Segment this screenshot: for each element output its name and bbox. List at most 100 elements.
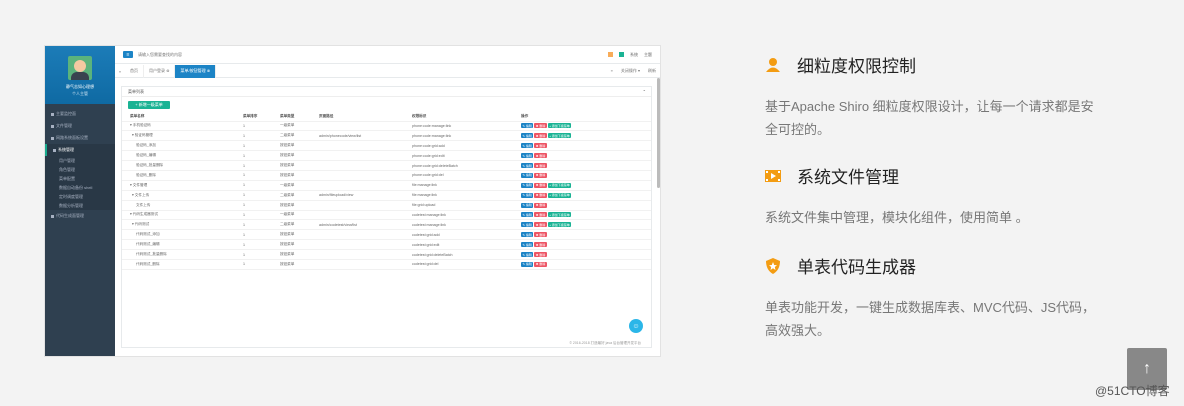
col-header: 菜单类型 [280, 112, 319, 122]
edit-button[interactable]: ✎ 编辑 [521, 133, 534, 139]
table-row: ▾ 验证码管理 1 二级菜单 admin/phonecode/view/list pho… [122, 130, 651, 142]
feature-desc: 基于Apache Shiro 细粒度权限设计，让每一个请求都是安全可控的。 [765, 99, 1094, 137]
edit-button[interactable]: ✎ 编辑 [521, 232, 534, 238]
chat-float-button[interactable]: ☺ [629, 319, 643, 333]
del-button[interactable]: ✖ 删除 [534, 242, 547, 248]
sidebar-item[interactable]: 文件管理 [45, 120, 115, 132]
del-button[interactable]: ✖ 删除 [534, 143, 547, 149]
add-top-menu-button[interactable]: + 新增一级菜单 [128, 101, 170, 109]
sidebar-subitem[interactable]: 角色管理 [45, 165, 115, 174]
feature-permission: 细粒度权限控制 基于Apache Shiro 细粒度权限设计，让每一个请求都是安… [765, 52, 1105, 141]
add-button[interactable]: + 添加下级菜单 [547, 123, 572, 129]
del-button[interactable]: ✖ 删除 [534, 222, 547, 228]
notification-icon[interactable] [619, 52, 624, 57]
del-button[interactable]: ✖ 删除 [534, 212, 547, 218]
table-row: 验证码_编辑 1 按钮菜单 phone:code:grid:edit ✎ 编辑 ✖ 删除 [122, 150, 651, 162]
ops-cell: ✎ 编辑 ✖ 删除 + 添加下级菜单 [521, 121, 651, 132]
table-row: 验证码_添加 1 按钮菜单 phone:code:grid:add ✎ 编辑 ✖ 删除 [122, 140, 651, 152]
edit-button[interactable]: ✎ 编辑 [521, 123, 534, 129]
tabs-next-icon[interactable]: » [611, 68, 613, 74]
del-button[interactable]: ✖ 删除 [534, 153, 547, 159]
add-button[interactable]: + 添加下级菜单 [547, 212, 572, 218]
ops-cell: ✎ 编辑 ✖ 删除 [521, 170, 651, 181]
scrollbar[interactable] [657, 78, 660, 188]
close-ops-dropdown[interactable]: 关闭操作 ▾ [621, 68, 640, 74]
table-cell: 按钮菜单 [280, 239, 319, 251]
sidebar-item[interactable]: 系统管理 [45, 144, 115, 156]
edit-button[interactable]: ✎ 编辑 [521, 261, 534, 267]
table-cell: 1 [243, 140, 280, 152]
add-button[interactable]: + 添加下级菜单 [547, 192, 572, 198]
sidebar-item[interactable]: 网路系统面板设置 [45, 132, 115, 144]
edit-button[interactable]: ✎ 编辑 [521, 222, 534, 228]
del-button[interactable]: ✖ 删除 [534, 252, 547, 258]
table-cell: ▾ 代码测试 [122, 219, 243, 231]
sidebar-subitem[interactable]: 用户管理 [45, 156, 115, 165]
table-cell: ▾ 文件上传 [122, 190, 243, 201]
user-menu[interactable]: 系统 [630, 52, 638, 58]
collapse-icon[interactable]: ⌃ [643, 89, 646, 94]
table-cell [319, 170, 412, 181]
search-input[interactable] [138, 50, 258, 59]
tab-user-login[interactable]: 用户登录 ⊗ [144, 64, 176, 78]
add-button[interactable]: + 添加下级菜单 [547, 133, 572, 139]
del-button[interactable]: ✖ 删除 [534, 192, 547, 198]
sidebar-item[interactable]: 主要监控面 [45, 108, 115, 120]
feature-title: 系统文件管理 [797, 168, 899, 187]
table-cell: 按钮菜单 [280, 229, 319, 241]
del-button[interactable]: ✖ 删除 [534, 232, 547, 238]
menu-icon [51, 214, 54, 218]
tab-home[interactable]: 首页 [125, 64, 144, 78]
ops-cell: ✎ 编辑 ✖ 删除 + 添加下级菜单 [521, 130, 651, 142]
del-button[interactable]: ✖ 删除 [534, 163, 547, 168]
admin-sidebar: 静气志如心理想 个人主管 主要监控面 文件管理 网路系统面板设置 系统管理 用户管理 角色… [45, 46, 115, 356]
add-button[interactable]: + 添加下级菜单 [547, 182, 572, 188]
table-cell: 验证码_删除 [122, 170, 243, 181]
edit-button[interactable]: ✎ 编辑 [521, 182, 534, 188]
profile-name[interactable]: 静气志如心理想 [45, 84, 115, 90]
sidebar-subitem[interactable]: 数据分析管理 [45, 201, 115, 210]
sidebar-subitem[interactable]: 数据自动备份 shell [45, 183, 115, 192]
menu-icon [53, 148, 56, 152]
sidebar-subitem[interactable]: 菜单配置 [45, 174, 115, 183]
sidebar-subitem[interactable]: 定时调度管理 [45, 192, 115, 201]
del-button[interactable]: ✖ 删除 [534, 261, 547, 267]
del-button[interactable]: ✖ 删除 [534, 133, 547, 139]
edit-button[interactable]: ✎ 编辑 [521, 212, 534, 218]
edit-button[interactable]: ✎ 编辑 [521, 242, 534, 248]
del-button[interactable]: ✖ 删除 [534, 182, 547, 188]
table-cell [319, 229, 412, 241]
footer-note: © 2016-2018 打造最好 java 后台管理开发平台 [569, 341, 641, 345]
menu-icon [51, 136, 54, 140]
edit-button[interactable]: ✎ 编辑 [521, 163, 534, 168]
avatar[interactable] [68, 56, 92, 80]
table-cell: 1 [243, 210, 280, 221]
theme-link[interactable]: 主题 [644, 52, 652, 58]
edit-button[interactable]: ✎ 编辑 [521, 172, 534, 178]
table-cell: admin/phonecode/view/list [319, 130, 412, 142]
tab-menu-manage[interactable]: 菜单/按钮管理 ⊗ [175, 64, 217, 78]
table-row: 代码测试_编辑 1 按钮菜单 codetest:grid:edit ✎ 编辑 ✖ 删除 [122, 239, 651, 251]
del-button[interactable]: ✖ 删除 [534, 123, 547, 129]
del-button[interactable]: ✖ 删除 [534, 202, 547, 208]
menu-toggle-button[interactable]: ≡ [123, 51, 133, 58]
edit-button[interactable]: ✎ 编辑 [521, 252, 534, 258]
edit-button[interactable]: ✎ 编辑 [521, 202, 534, 208]
del-button[interactable]: ✖ 删除 [534, 172, 547, 178]
table-cell: 1 [243, 170, 280, 181]
tabs-prev-icon[interactable]: « [115, 69, 125, 74]
profile-card: 静气志如心理想 个人主管 [45, 46, 115, 104]
edit-button[interactable]: ✎ 编辑 [521, 143, 534, 149]
table-cell: 一级菜单 [280, 180, 319, 191]
add-button[interactable]: + 添加下级菜单 [547, 222, 572, 228]
edit-button[interactable]: ✎ 编辑 [521, 153, 534, 159]
tabs-bar: « 首页 用户登录 ⊗ 菜单/按钮管理 ⊗ » 关闭操作 ▾ 刷新 [115, 64, 660, 78]
message-icon[interactable] [608, 52, 613, 57]
sidebar-item[interactable]: 代码生成面管理 [45, 210, 115, 222]
col-header: 菜单名称 [122, 112, 243, 122]
ops-cell: ✎ 编辑 ✖ 删除 [521, 140, 651, 152]
table-cell: 文件上传 [122, 200, 243, 211]
table-row: 验证码_批量删除 1 按钮菜单 phone:code:grid:deleteBatch… [122, 160, 651, 171]
edit-button[interactable]: ✎ 编辑 [521, 192, 534, 198]
refresh-button[interactable]: 刷新 [648, 68, 656, 74]
